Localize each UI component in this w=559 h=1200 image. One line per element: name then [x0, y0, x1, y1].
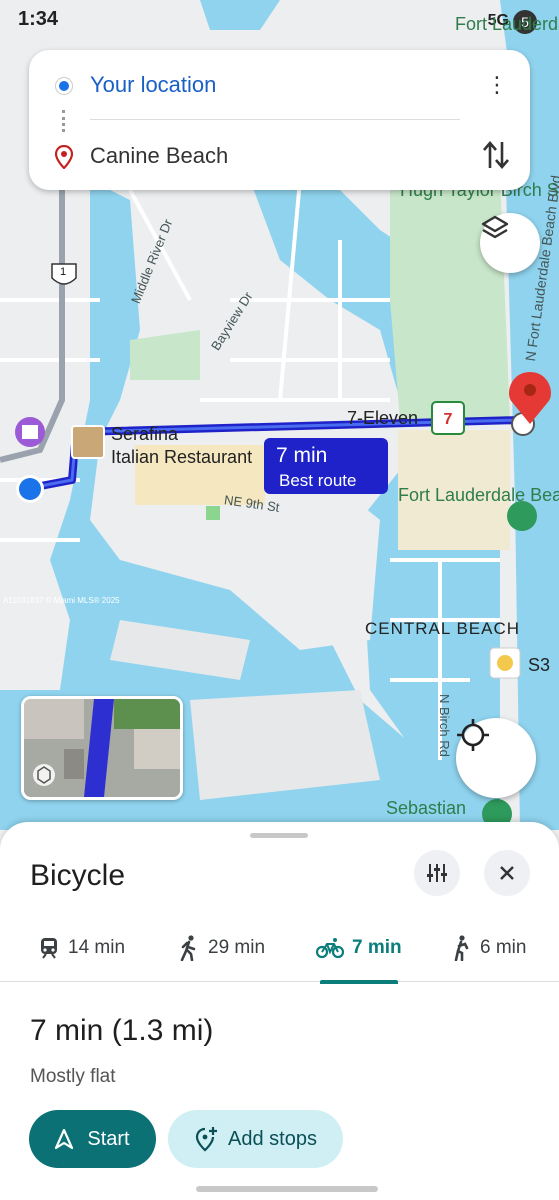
label-sebastian: Sebastian: [386, 798, 467, 818]
label-fort-lauderdale: Fort Lauderdale: [455, 14, 559, 34]
tab-walk[interactable]: 29 min: [178, 930, 265, 966]
tab-walk-time: 29 min: [208, 937, 266, 958]
origin-field[interactable]: Your location: [90, 72, 216, 98]
close-icon: [500, 866, 514, 880]
label-seven-eleven: 7-Eleven: [347, 408, 419, 428]
route-badge-label: Best route: [279, 471, 357, 490]
card-divider: [90, 119, 460, 120]
add-location-icon: [195, 1127, 218, 1152]
street-view-thumbnail[interactable]: [21, 696, 183, 800]
sheet-drag-handle[interactable]: [250, 833, 308, 838]
route-summary: 7 min (1.3 mi): [30, 1014, 214, 1047]
label-s3: S3: [528, 655, 551, 675]
crosshair-icon: [457, 719, 489, 751]
origin-dot-icon: [56, 78, 72, 94]
tab-bicycle[interactable]: 7 min: [316, 930, 402, 966]
route-dots-icon: [62, 110, 66, 132]
map-view[interactable]: 7 1:34 5G 5 Fort Lauderdale Hugh Taylor …: [0, 0, 559, 830]
tab-transit-time: 14 min: [68, 937, 126, 958]
start-button[interactable]: Start: [29, 1110, 156, 1168]
route-time-badge[interactable]: 7 min Best route: [264, 438, 388, 494]
close-button[interactable]: [484, 850, 530, 896]
label-fort-lauderdale-beach: Fort Lauderdale Beach: [398, 485, 559, 505]
add-stops-label: Add stops: [228, 1127, 317, 1150]
label-us-route: 1: [60, 266, 67, 278]
add-stops-button[interactable]: Add stops: [168, 1110, 343, 1168]
tab-rideshare-time: 6 min: [480, 937, 527, 958]
bottom-sheet: Bicycle 14 min 29 min 7 min 6 min 7 min …: [0, 822, 559, 1200]
active-tab-indicator: [320, 980, 398, 984]
bicycle-icon: [316, 938, 344, 959]
navigation-arrow-icon: [55, 1129, 74, 1149]
svg-text:7: 7: [444, 411, 453, 428]
start-button-label: Start: [87, 1127, 130, 1150]
directions-card: Your location Canine Beach ⋮: [29, 50, 530, 190]
route-options-button[interactable]: [414, 850, 460, 896]
destination-field[interactable]: Canine Beach: [90, 143, 228, 169]
tab-rideshare[interactable]: 6 min: [450, 930, 526, 966]
label-central-beach: CENTRAL BEACH: [365, 619, 521, 638]
route-badge-time: 7 min: [276, 444, 328, 467]
watermark: A11031837 © Miami MLS® 2025: [3, 596, 120, 605]
travel-mode-tabs: 14 min 29 min 7 min 6 min: [0, 918, 559, 982]
rideshare-icon: [454, 935, 469, 961]
layers-button[interactable]: [480, 213, 540, 273]
home-indicator[interactable]: [196, 1186, 378, 1192]
label-serafina: Serafina: [111, 424, 179, 444]
train-icon: [41, 938, 57, 959]
more-options-icon[interactable]: ⋮: [486, 70, 508, 100]
label-n-birch-rd: N Birch Rd: [437, 694, 452, 757]
tab-transit[interactable]: 14 min: [38, 930, 125, 966]
label-italian-restaurant: Italian Restaurant: [111, 447, 253, 467]
sliders-icon: [427, 864, 447, 882]
walk-icon: [180, 935, 196, 961]
layers-icon: [481, 215, 509, 239]
tab-bicycle-time: 7 min: [352, 937, 402, 958]
status-time: 1:34: [18, 8, 59, 30]
route-terrain: Mostly flat: [30, 1066, 116, 1087]
swap-directions-icon[interactable]: [480, 138, 512, 172]
travel-mode-title: Bicycle: [30, 859, 126, 892]
my-location-button[interactable]: [456, 718, 536, 798]
